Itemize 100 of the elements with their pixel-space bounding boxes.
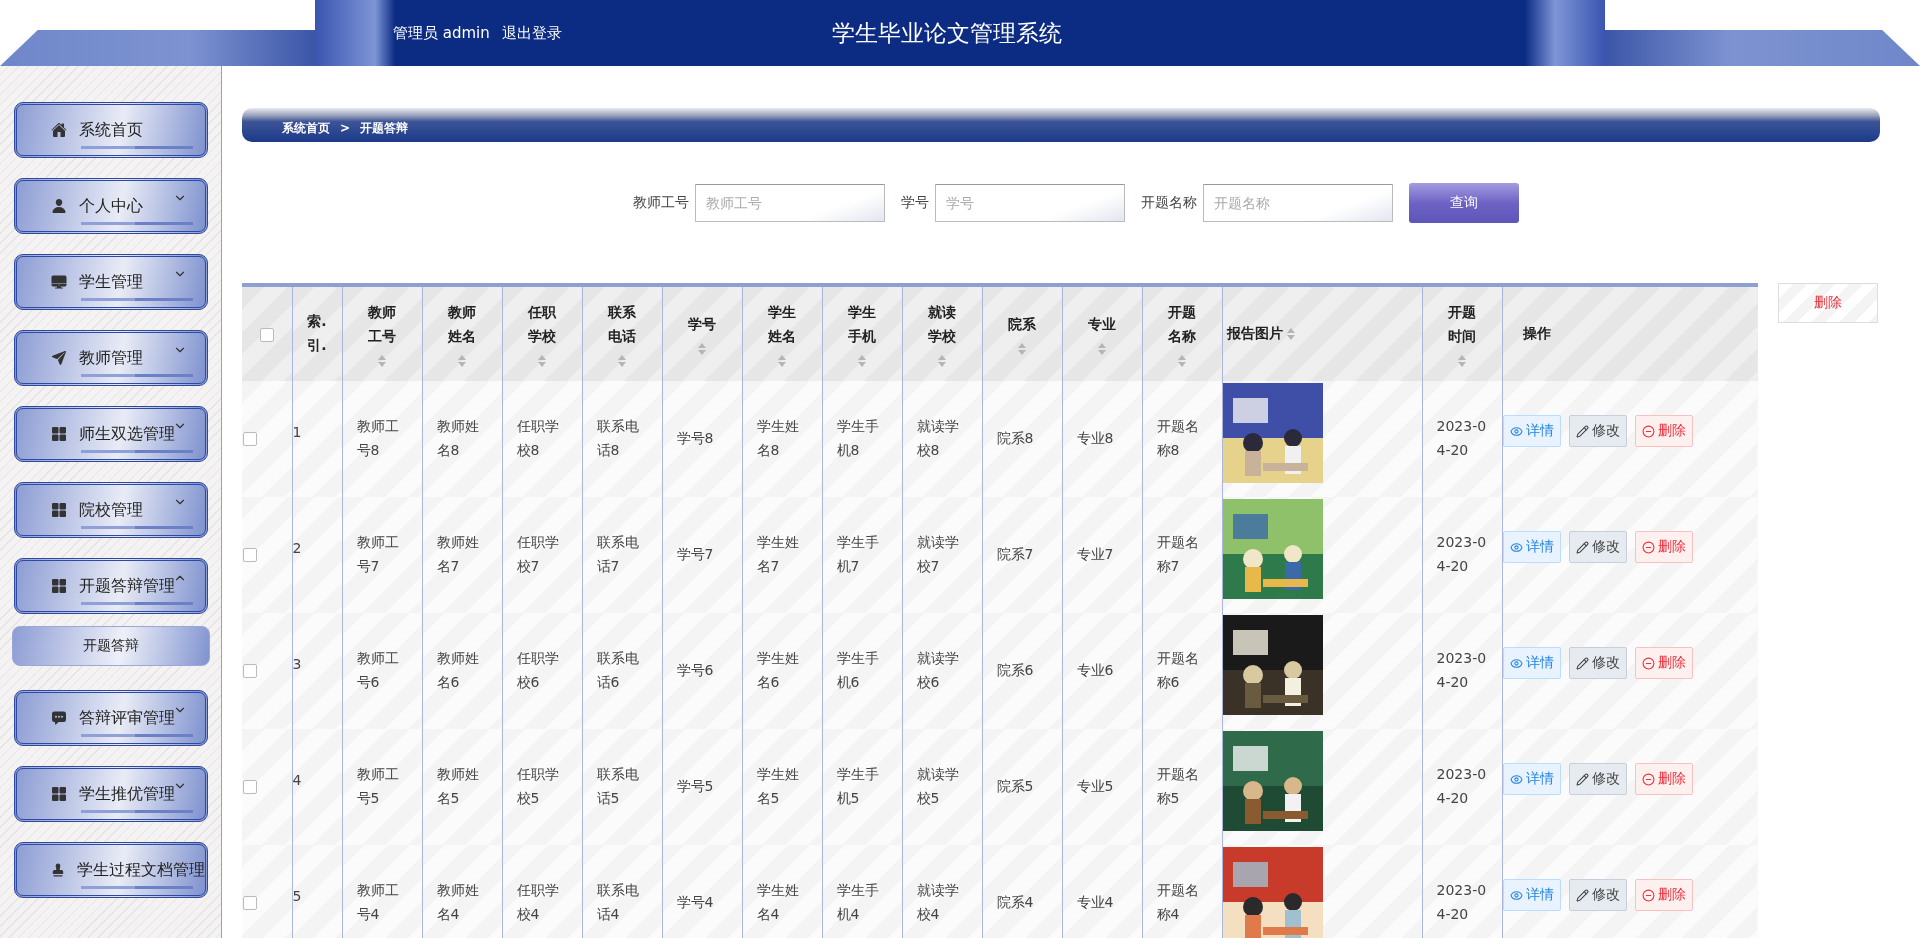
table-cell: 院系6 bbox=[996, 662, 1034, 679]
checkbox[interactable] bbox=[243, 432, 257, 447]
table-cell: 学生姓名4 bbox=[756, 882, 799, 922]
sort-icon[interactable] bbox=[618, 354, 626, 367]
sort-icon[interactable] bbox=[938, 354, 946, 367]
eye-icon bbox=[1509, 888, 1523, 902]
grid-icon bbox=[51, 786, 67, 802]
sort-icon[interactable] bbox=[538, 354, 546, 367]
sort-icon[interactable] bbox=[1286, 328, 1295, 340]
nav-item[interactable]: 师生双选管理 bbox=[14, 406, 208, 462]
table-cell: 教师姓名8 bbox=[436, 418, 479, 458]
sort-icon[interactable] bbox=[1018, 342, 1026, 355]
search-field[interactable]: 开题名称 bbox=[1203, 184, 1393, 222]
table-cell: 教师工号6 bbox=[356, 650, 399, 690]
delete-button[interactable]: 删除 bbox=[1634, 763, 1693, 795]
sort-icon[interactable] bbox=[698, 342, 706, 355]
sort-icon[interactable] bbox=[1098, 342, 1106, 355]
table-cell: 2023-04-20 bbox=[1436, 766, 1487, 806]
checkbox[interactable] bbox=[243, 664, 257, 679]
monitor-icon bbox=[51, 274, 67, 290]
sort-icon[interactable] bbox=[458, 354, 466, 367]
table-cell: 任职学校4 bbox=[516, 882, 559, 922]
user-icon bbox=[51, 198, 67, 214]
column-header: 联系电话 bbox=[606, 303, 637, 346]
edit-button[interactable]: 修改 bbox=[1568, 879, 1627, 911]
edit-button[interactable]: 修改 bbox=[1568, 415, 1627, 447]
table-cell: 开题名称8 bbox=[1156, 418, 1199, 458]
pencil-icon bbox=[1575, 888, 1589, 902]
nav-item[interactable]: 学生推优管理 bbox=[14, 766, 208, 822]
column-header: 学号 bbox=[687, 315, 717, 335]
edit-button[interactable]: 修改 bbox=[1568, 763, 1627, 795]
search-field[interactable]: 教师工号 bbox=[695, 184, 885, 222]
table-cell: 专业6 bbox=[1076, 662, 1114, 679]
field-label: 开题名称 bbox=[1141, 194, 1197, 212]
details-button[interactable]: 详情 bbox=[1502, 879, 1561, 911]
delete-button[interactable]: 删除 bbox=[1634, 879, 1693, 911]
details-button[interactable]: 详情 bbox=[1502, 415, 1561, 447]
table-cell: 2023-04-20 bbox=[1436, 650, 1487, 690]
sort-icon[interactable] bbox=[778, 354, 786, 367]
details-button[interactable]: 详情 bbox=[1502, 763, 1561, 795]
table-cell: 就读学校8 bbox=[916, 418, 959, 458]
eye-icon bbox=[1509, 540, 1523, 554]
details-button[interactable]: 详情 bbox=[1502, 531, 1561, 563]
search-button[interactable]: 查询 bbox=[1409, 183, 1519, 223]
table-cell: 教师姓名5 bbox=[436, 766, 479, 806]
stamp-icon bbox=[51, 862, 65, 878]
table-cell: 教师姓名7 bbox=[436, 534, 479, 574]
column-header: 开题时间 bbox=[1447, 303, 1477, 346]
column-header: 专业 bbox=[1087, 315, 1117, 335]
user-label: 管理员 admin bbox=[393, 23, 490, 43]
table-cell: 1 bbox=[292, 424, 302, 441]
table-cell: 联系电话5 bbox=[596, 766, 639, 806]
checkbox[interactable] bbox=[259, 328, 274, 342]
edit-button[interactable]: 修改 bbox=[1568, 531, 1627, 563]
nav-item[interactable]: 答辩评审管理 bbox=[14, 690, 208, 746]
table-cell: 专业5 bbox=[1076, 778, 1114, 795]
sort-icon[interactable] bbox=[858, 354, 866, 367]
sort-icon[interactable] bbox=[1178, 354, 1186, 367]
batch-delete-button[interactable]: 删除 bbox=[1778, 283, 1878, 323]
search-field[interactable]: 学号 bbox=[935, 184, 1125, 222]
minus-circle-icon bbox=[1641, 424, 1655, 438]
checkbox[interactable] bbox=[243, 896, 257, 911]
nav-item[interactable]: 学生过程文档管理 bbox=[14, 842, 208, 898]
nav-item[interactable]: 院校管理 bbox=[14, 482, 208, 538]
minus-circle-icon bbox=[1641, 540, 1655, 554]
checkbox[interactable] bbox=[243, 780, 257, 795]
nav-item[interactable]: 教师管理 bbox=[14, 330, 208, 386]
grid-icon bbox=[51, 578, 67, 594]
table-cell: 任职学校8 bbox=[516, 418, 559, 458]
sort-icon[interactable] bbox=[1458, 354, 1466, 367]
nav-item[interactable]: 个人中心 bbox=[14, 178, 208, 234]
grid-icon bbox=[51, 502, 67, 518]
table-cell: 院系4 bbox=[996, 894, 1034, 911]
nav-subitem[interactable]: 开题答辩 bbox=[12, 626, 210, 666]
nav-item[interactable]: 系统首页 bbox=[14, 102, 208, 158]
table-cell: 学号6 bbox=[676, 662, 714, 679]
table-cell: 开题名称4 bbox=[1156, 882, 1199, 922]
nav-item[interactable]: 开题答辩管理 bbox=[14, 558, 208, 614]
breadcrumb-item[interactable]: 系统首页 bbox=[282, 113, 330, 137]
eye-icon bbox=[1509, 424, 1523, 438]
pencil-icon bbox=[1575, 540, 1589, 554]
breadcrumb-item[interactable]: 开题答辩 bbox=[360, 113, 409, 137]
field-label: 学号 bbox=[901, 194, 929, 212]
checkbox[interactable] bbox=[243, 548, 257, 563]
table-cell: 4 bbox=[292, 772, 302, 789]
logout-link[interactable]: 退出登录 bbox=[501, 23, 562, 43]
delete-button[interactable]: 删除 bbox=[1634, 531, 1693, 563]
paper-plane-icon bbox=[51, 350, 67, 366]
table-cell: 学生姓名7 bbox=[756, 534, 799, 574]
edit-button[interactable]: 修改 bbox=[1568, 647, 1627, 679]
delete-button[interactable]: 删除 bbox=[1634, 647, 1693, 679]
sort-icon[interactable] bbox=[378, 354, 386, 367]
delete-button[interactable]: 删除 bbox=[1634, 415, 1693, 447]
nav-item[interactable]: 学生管理 bbox=[14, 254, 208, 310]
table-cell: 联系电话7 bbox=[596, 534, 639, 574]
field-label: 教师工号 bbox=[633, 194, 689, 212]
grid-icon bbox=[51, 426, 67, 442]
table-cell: 开题名称5 bbox=[1156, 766, 1199, 806]
pencil-icon bbox=[1575, 772, 1589, 786]
details-button[interactable]: 详情 bbox=[1502, 647, 1561, 679]
